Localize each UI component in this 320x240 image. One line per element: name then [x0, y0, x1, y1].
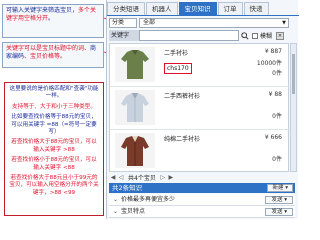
category-row: 分类 全部 ▼ [109, 18, 295, 28]
fuzzy-checkbox[interactable] [252, 32, 258, 39]
clear-icon[interactable]: × [276, 31, 285, 40]
scrollbar-thumb[interactable] [292, 54, 295, 94]
note1-text-blue: 可输入关键字来筛选宝贝， [6, 7, 79, 14]
fuzzy-toggle[interactable]: 模糊 [252, 31, 272, 40]
annotation-panel: 可输入关键字来筛选宝贝，多个关键字用空格分开。 关键字可以是宝贝标题中的词、商家… [2, 4, 104, 216]
product-item[interactable]: 纯棉二手衬衫 ¥ 666 0件 [110, 130, 290, 173]
new-knowledge-button[interactable]: 新建 ▾ [267, 184, 293, 192]
note-keyword-types: 关键字可以是宝贝标题中的词、商家编码、宝贝价格等。 [2, 42, 104, 68]
product-sold: 0件 [272, 70, 282, 77]
note3-line: 若查找价格大于88元且小于99元的宝贝，可以输入用空格分开的两个关键字，>88 … [9, 175, 99, 196]
product-sold: 0件 [272, 156, 282, 163]
note3-line: 若查找价格大于88元的宝贝，可以输入关键字 >88 [11, 139, 97, 153]
category-select-value: 全部 [143, 19, 156, 26]
note3-line: 比如要查找价格等于88元的宝贝，可以用关键字 =88（=符号一定要写） [11, 114, 97, 136]
product-count: 共4个宝贝 [128, 175, 156, 182]
knowledge-item[interactable]: ⌄ 宝贝特点 发送 ▾ [109, 206, 295, 218]
send-button[interactable]: 发送 ▾ [265, 196, 293, 204]
note-keyword-filter: 可输入关键字来筛选宝贝，多个关键字用空格分开。 [2, 4, 104, 38]
note2-text-red1: 关键字可以是宝贝标题中的词、 [6, 45, 91, 52]
prev-page-icon[interactable]: ◁ [117, 174, 125, 181]
product-name: 二手衬衫 [164, 50, 189, 57]
product-price: ¥ 887 [264, 48, 282, 55]
product-price: ¥ 666 [264, 134, 282, 141]
knowledge-header: 共2条知识 新建 ▾ [109, 183, 295, 193]
pager: ◀ ◁ 共4个宝贝 ▷ ▶ [109, 173, 295, 182]
chevron-down-icon[interactable]: ⌄ [113, 194, 121, 206]
product-list-scrollbar[interactable] [290, 43, 297, 172]
send-button[interactable]: 发送 ▾ [265, 208, 293, 216]
product-name: 纯棉二手衬衫 [164, 136, 201, 143]
note3-line: 这里要说的是价格匹配和"查袭"功能一样。 [9, 86, 99, 100]
product-sold: 0件 [272, 113, 282, 120]
chevron-down-icon: ▼ [282, 20, 286, 26]
note2-text-red2: 、宝贝价格等。 [24, 53, 67, 60]
tab-robot[interactable]: 机器人 [146, 2, 178, 15]
tab-phrases[interactable]: 分类短语 [107, 2, 145, 15]
search-icon[interactable] [239, 30, 250, 41]
first-page-icon[interactable]: ◀ [109, 174, 117, 181]
shirt-thumbnail [115, 90, 155, 125]
jacket-thumbnail [115, 133, 155, 168]
chevron-down-icon[interactable]: ⌄ [113, 206, 121, 218]
next-page-icon[interactable]: ▷ [159, 174, 167, 181]
product-price: ¥ 88 [268, 91, 282, 98]
product-name: 二手西裤衬衫 [164, 93, 201, 100]
knowledge-app-window: 分类短语 机器人 宝贝知识 订单 快递 分类 全部 ▼ 关键字 模糊 × 二手衬… [106, 0, 299, 219]
knowledge-count: 共2条知识 [112, 184, 143, 192]
tab-bar: 分类短语 机器人 宝贝知识 订单 快递 [107, 2, 270, 15]
category-label: 分类 [109, 18, 137, 28]
note3-line: 支持等于、大于和小于三种类型。 [12, 103, 96, 110]
keyword-row: 关键字 模糊 × [109, 30, 295, 41]
keyword-input[interactable] [139, 30, 239, 41]
tab-product-knowledge[interactable]: 宝贝知识 [178, 2, 217, 15]
note1-text-end: 。 [48, 15, 55, 22]
product-stock: 10000件 [256, 60, 282, 67]
tab-orders[interactable]: 订单 [217, 2, 243, 15]
note-price-matching: 这里要说的是价格匹配和"查袭"功能一样。 支持等于、大于和小于三种类型。 比如要… [4, 82, 104, 216]
tab-delivery[interactable]: 快递 [243, 2, 269, 15]
tab-underline [107, 15, 299, 16]
category-select[interactable]: 全部 ▼ [139, 18, 289, 28]
fuzzy-label: 模糊 [260, 33, 273, 40]
knowledge-item-label: 价格最多再便宜多少 [121, 196, 176, 203]
last-page-icon[interactable]: ▶ [167, 174, 175, 181]
knowledge-item[interactable]: ⌄ 价格最多再便宜多少 发送 ▾ [109, 194, 295, 206]
keyword-label: 关键字 [109, 30, 139, 41]
shirt-thumbnail [115, 47, 155, 82]
product-list: 二手衬衫 chs170 ¥ 887 10000件 0件 二手西裤衬衫 ¥ 88 … [109, 43, 290, 173]
note3-line: 若查找价格小于88元的宝贝，可以输入关键字 <88 [11, 157, 97, 171]
product-item[interactable]: 二手西裤衬衫 ¥ 88 0件 [110, 87, 290, 130]
product-item[interactable]: 二手衬衫 chs170 ¥ 887 10000件 0件 [110, 44, 290, 87]
knowledge-item-label: 宝贝特点 [121, 208, 146, 215]
product-code: chs170 [164, 63, 192, 74]
